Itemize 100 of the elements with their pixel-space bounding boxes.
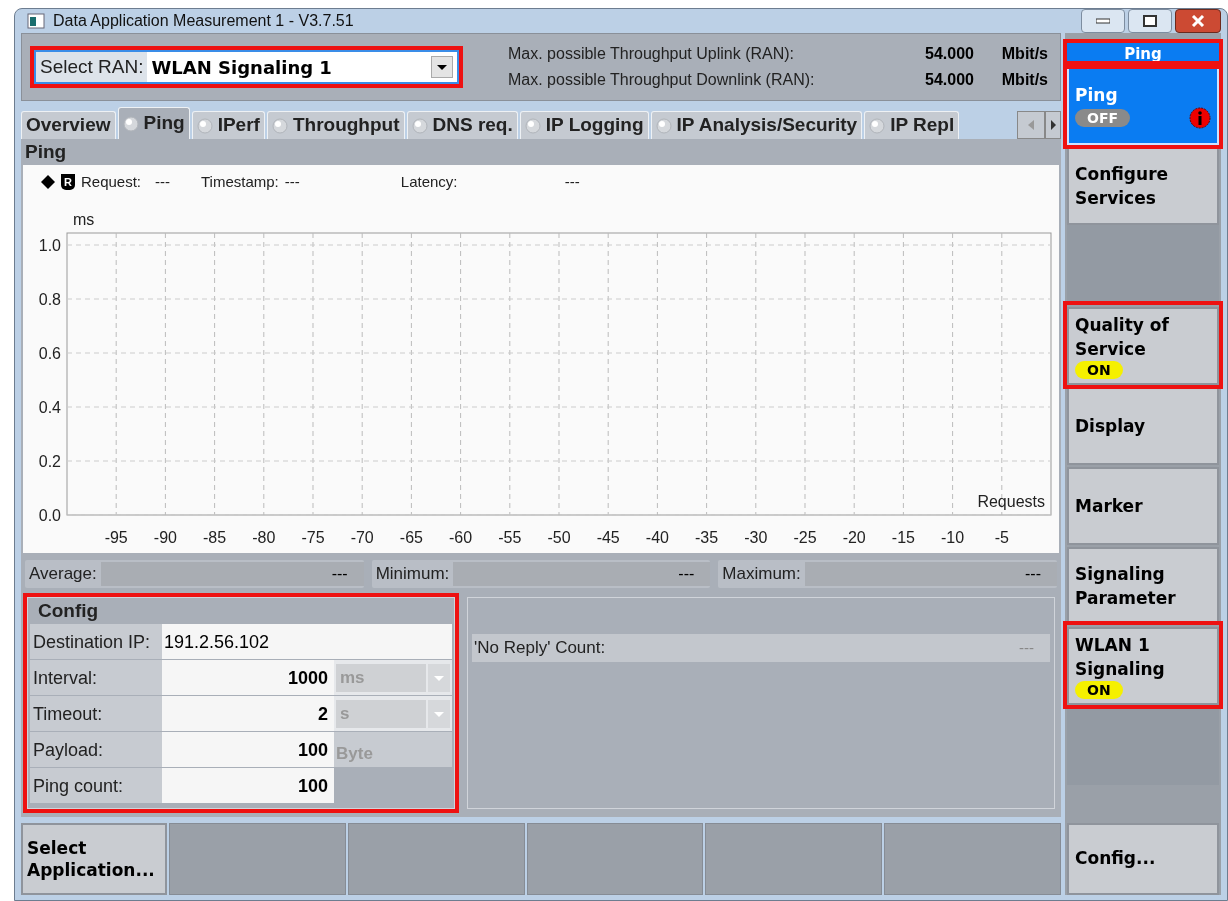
softkey[interactable]: Config... (1067, 823, 1219, 895)
x-tick-label: -25 (793, 529, 817, 546)
softkey[interactable]: Ping OFF (1067, 67, 1219, 145)
x-tick-label: -50 (547, 529, 571, 546)
x-tick-label: -40 (645, 529, 669, 546)
input-field[interactable]: 100 (162, 732, 334, 767)
status-badge: OFF (1075, 109, 1131, 127)
config-label: Timeout: (32, 703, 104, 726)
x-tick-label: -60 (449, 529, 473, 546)
x-tick-label: -20 (842, 529, 866, 546)
section-title: Ping (25, 139, 67, 164)
status-led-icon (122, 115, 139, 132)
throughput-value: 54.000 (924, 70, 974, 90)
ran-dropdown[interactable]: WLAN Signaling 1 (147, 52, 458, 82)
marker-badge: R (61, 174, 75, 190)
readout-label: Request: (80, 171, 141, 192)
stat-value: --- (453, 562, 711, 586)
input-field[interactable]: 100 (162, 768, 334, 803)
status-badge: ON (1075, 361, 1123, 379)
scroll-right-button[interactable] (1045, 111, 1061, 139)
status-led-icon (196, 117, 213, 134)
tab[interactable]: IPerf (191, 111, 265, 139)
softkey[interactable]: Quality of Service ON (1067, 307, 1219, 385)
throughput-label: Max. possible Throughput Uplink (RAN): (508, 44, 796, 64)
softkey[interactable]: WLAN 1 Signaling ON (1067, 627, 1219, 705)
stat-label: Minimum: (374, 563, 451, 586)
maximize-button[interactable] (1128, 9, 1172, 33)
unit-label: Byte (335, 743, 374, 765)
x-tick-label: -70 (350, 529, 374, 546)
input-field[interactable]: 191.2.56.102 (162, 624, 452, 659)
readout-value: --- (155, 171, 171, 192)
status-led-icon (411, 117, 428, 134)
status-badge: ON (1075, 681, 1123, 699)
throughput-label: Max. possible Throughput Downlink (RAN): (508, 70, 816, 90)
x-tick-label: -10 (941, 529, 965, 546)
throughput-unit: Mbit/s (1000, 44, 1048, 64)
x-tick-label: -75 (301, 529, 325, 546)
close-button[interactable] (1175, 9, 1221, 33)
tab[interactable]: Ping (117, 107, 190, 139)
restore-icon (1143, 15, 1157, 27)
x-tick-label: -45 (596, 529, 620, 546)
input-field[interactable]: 2 (162, 696, 334, 731)
axis-title: Requests (977, 493, 1045, 510)
window-icon (27, 13, 45, 29)
config-label: Ping count: (32, 775, 125, 798)
axis-unit: ms (73, 211, 95, 228)
x-tick-label: -30 (744, 529, 768, 546)
stat-label: Average: (28, 563, 98, 586)
right-arrow-icon (1050, 120, 1056, 130)
x-tick-label: -35 (695, 529, 719, 546)
minimize-icon (1096, 18, 1110, 24)
y-tick-label: 1.0 (38, 237, 61, 254)
left-arrow-icon (1027, 120, 1035, 130)
tab[interactable]: IP Logging (519, 111, 649, 139)
y-tick-label: 0.6 (38, 345, 61, 362)
status-led-icon (271, 117, 288, 134)
readout-label: Timestamp: (201, 171, 279, 192)
stat-label: Maximum: (721, 563, 802, 586)
x-tick-label: -90 (153, 529, 177, 546)
x-tick-label: -85 (203, 529, 227, 546)
y-tick-label: 0.4 (38, 399, 61, 416)
close-icon (1191, 15, 1205, 27)
y-tick-label: 0.2 (38, 453, 61, 470)
x-tick-label: -65 (399, 529, 423, 546)
throughput-value: 54.000 (924, 44, 974, 64)
softkey[interactable]: Display (1067, 387, 1219, 465)
config-label: Destination IP: (32, 631, 152, 654)
stat-value: --- (100, 562, 364, 586)
y-tick-label: 0.0 (38, 507, 61, 524)
field-label: Select RAN: (39, 54, 145, 79)
readout-value: --- (564, 171, 580, 192)
config-label: Interval: (32, 667, 99, 690)
throughput-unit: Mbit/s (1000, 70, 1048, 90)
x-tick-label: -80 (252, 529, 276, 546)
stat-value: --- (804, 562, 1057, 586)
x-tick-label: -15 (891, 529, 915, 546)
x-tick-label: -5 (994, 529, 1009, 546)
input-field[interactable]: 1000 (162, 660, 334, 695)
result-label: 'No Reply' Count: (474, 637, 607, 660)
softkey[interactable]: Marker (1067, 467, 1219, 545)
readout-label: Latency: (400, 171, 459, 192)
tab[interactable]: DNS req. (406, 111, 518, 139)
config-label: Payload: (32, 739, 105, 762)
tab[interactable]: IP Repl (864, 111, 960, 139)
readout-value: --- (284, 171, 301, 192)
softkey[interactable]: Select Application... (21, 823, 167, 895)
x-tick-label: -95 (104, 529, 128, 546)
y-tick-label: 0.8 (38, 291, 61, 308)
status-led-icon (869, 117, 886, 134)
tab[interactable]: IP Analysis/Security (650, 111, 863, 139)
tab[interactable]: Throughput (266, 111, 405, 139)
group-title: Config (38, 598, 99, 623)
diamond-icon (41, 175, 55, 189)
tab[interactable]: Overview (21, 111, 116, 139)
x-tick-label: -55 (498, 529, 522, 546)
status-led-icon (655, 117, 672, 134)
result-value: --- (1019, 637, 1035, 658)
softkey[interactable]: Configure Services (1067, 147, 1219, 225)
status-led-icon (524, 117, 541, 134)
window-title: Data Application Measurement 1 - V3.7.51 (53, 11, 355, 31)
